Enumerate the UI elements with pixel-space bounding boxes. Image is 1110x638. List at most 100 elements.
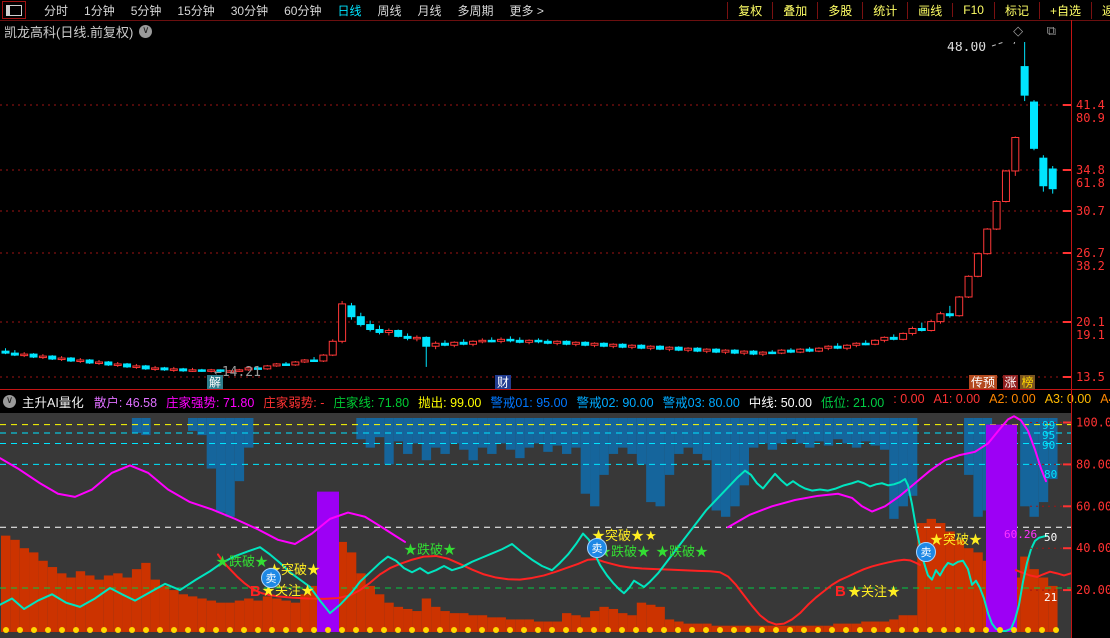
panel-blue-bar — [879, 418, 890, 450]
bottom-dot — [941, 627, 947, 633]
bottom-dot — [227, 627, 233, 633]
indicator-param-11: A1: 0.00 — [933, 391, 981, 406]
period-tab-2[interactable]: 5分钟 — [123, 2, 170, 19]
candle — [272, 363, 281, 367]
candle — [57, 357, 66, 361]
candle — [824, 345, 833, 349]
period-tab-9[interactable]: 多周期 — [450, 2, 502, 19]
panel-orange-bar — [206, 600, 217, 632]
bottom-dot — [619, 627, 625, 633]
candle — [282, 363, 290, 366]
period-tab-1[interactable]: 1分钟 — [76, 2, 123, 19]
split-window-icon[interactable] — [2, 1, 26, 19]
chevron-down-icon[interactable]: ∨ — [3, 394, 16, 408]
action-4[interactable]: 画线 — [907, 1, 952, 19]
main-chart — [0, 104, 1071, 378]
event-tag-0[interactable]: 解 — [209, 376, 221, 390]
candle — [48, 355, 57, 360]
action-7[interactable]: +自选 — [1038, 1, 1091, 19]
candle — [730, 349, 739, 354]
indicator-param-2: 庄家弱势: - — [263, 395, 325, 410]
chart-title: 凯龙高科(日线.前复权) — [4, 25, 134, 40]
panel-blue-bar — [234, 418, 245, 482]
period-tab-6[interactable]: 日线 — [329, 2, 369, 19]
signal-marker: ★跌破★ — [656, 544, 708, 559]
bottom-dot — [871, 627, 877, 633]
action-1[interactable]: 叠加 — [772, 1, 817, 19]
candle — [113, 363, 122, 366]
period-tab-0[interactable]: 分时 — [36, 2, 76, 19]
title-bar-icons[interactable]: ◇ ⧉ — [1013, 23, 1066, 39]
panel-blue-bar — [814, 418, 824, 442]
bottom-dot — [787, 627, 793, 633]
candle — [665, 346, 674, 350]
period-tab-8[interactable]: 月线 — [410, 2, 450, 19]
toolbar: 分时 1分钟 5分钟 15分钟 30分钟 60分钟 日线 周线 月线 多周期 更多 > 复权 叠加 多股… — [0, 0, 1110, 21]
bottom-dot — [87, 627, 93, 633]
action-6[interactable]: 标记 — [993, 1, 1039, 19]
event-tag-2[interactable]: 传预 — [971, 375, 995, 390]
bottom-dot — [381, 627, 387, 633]
indicator-param-14: A4: 0.00 — [1100, 391, 1110, 406]
axis-sublabel: 61.8 — [1076, 176, 1105, 190]
bottom-dot — [983, 627, 989, 633]
panel-blue-bar — [664, 418, 675, 475]
bottom-dot — [171, 627, 177, 633]
period-tab-7[interactable]: 周线 — [369, 2, 409, 19]
indicator-param-1: 庄家强势: 71.80 — [166, 395, 255, 410]
panel-axis-label: 20.00 — [1076, 583, 1110, 597]
chevron-down-icon[interactable]: ∨ — [139, 25, 153, 38]
panel-orange-bar — [10, 539, 20, 632]
period-tab-3[interactable]: 15分钟 — [169, 2, 222, 19]
period-tabs: 分时 1分钟 5分钟 15分钟 30分钟 60分钟 日线 周线 月线 多周期 更多 > — [36, 2, 552, 19]
indicator-param-6: 警戒02: 90.00 — [576, 395, 654, 410]
bottom-dot — [325, 627, 331, 633]
candle — [646, 345, 655, 349]
panel-blue-bar — [440, 418, 450, 454]
period-tab-4[interactable]: 30分钟 — [223, 2, 276, 19]
bottom-dot — [479, 627, 485, 633]
bottom-dot — [353, 627, 359, 633]
period-tab-10[interactable]: 更多 > — [502, 2, 552, 19]
candle — [927, 321, 936, 331]
candle — [590, 342, 599, 346]
candle — [291, 361, 300, 366]
bottom-dot — [3, 627, 9, 633]
candle — [384, 329, 393, 333]
axis-label: 26.7 — [1076, 246, 1105, 260]
action-0[interactable]: 复权 — [727, 1, 772, 19]
candlesticks — [1, 40, 1057, 373]
action-5[interactable]: F10 — [952, 3, 994, 17]
candle — [758, 351, 767, 355]
pane-divider[interactable] — [0, 389, 1110, 390]
bottom-dot — [773, 627, 779, 633]
candle — [777, 349, 786, 354]
panel-blue-bar — [562, 418, 572, 454]
panel-orange-bar — [954, 539, 965, 632]
axis-label: 34.8 — [1076, 163, 1105, 177]
panel-orange-bar — [103, 575, 114, 632]
action-8[interactable]: 返回 — [1090, 1, 1110, 19]
candle — [740, 350, 749, 354]
signal-marker: B — [835, 583, 846, 600]
candle — [796, 348, 805, 353]
candle — [123, 363, 132, 368]
period-tab-5[interactable]: 60分钟 — [276, 2, 329, 19]
event-tag-4[interactable]: 榜 — [1021, 375, 1033, 390]
action-2[interactable]: 多股 — [817, 1, 862, 19]
bottom-dot — [731, 627, 737, 633]
bottom-dot — [101, 627, 107, 633]
bottom-dot — [311, 627, 317, 633]
action-3[interactable]: 统计 — [862, 1, 907, 19]
panel-orange-bar — [375, 594, 385, 632]
right-axis-line — [1071, 20, 1072, 638]
event-tag-3[interactable]: 涨 — [1004, 375, 1016, 390]
panel-blue-bar — [964, 418, 974, 475]
bottom-dot — [801, 627, 807, 633]
candle — [599, 342, 608, 347]
event-tag-1[interactable]: 财 — [497, 376, 509, 390]
indicator-param-5: 警戒01: 95.00 — [490, 395, 568, 410]
candle — [20, 353, 29, 357]
candle — [487, 339, 496, 343]
bottom-dot — [241, 627, 247, 633]
